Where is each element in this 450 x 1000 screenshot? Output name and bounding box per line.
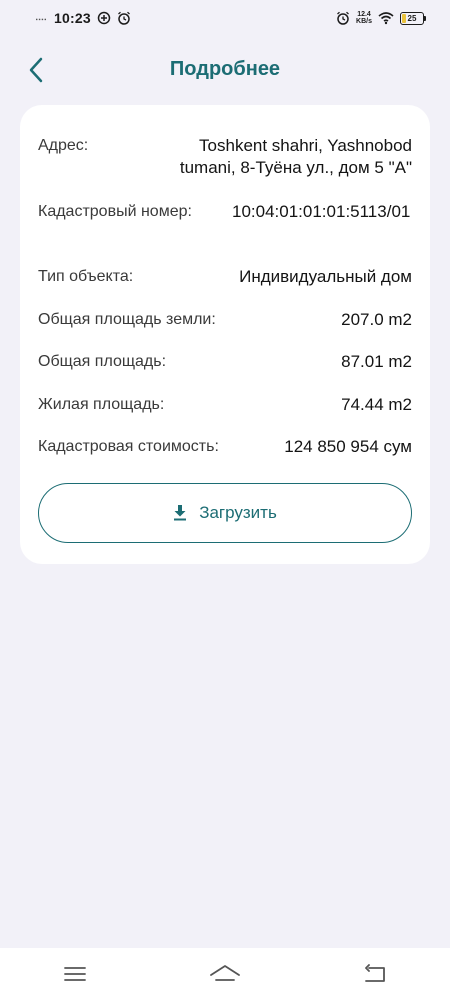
network-speed-unit: KB/s	[356, 18, 372, 25]
status-bar: 10:23 12.4 KB/s 25	[0, 0, 450, 36]
address-label: Адрес:	[38, 137, 89, 154]
battery-tip	[424, 15, 426, 21]
address-value: Toshkent shahri, Yashnobod tumani, 8-Туё…	[179, 136, 412, 177]
status-bar-left: 10:23	[34, 10, 131, 26]
address-row: Адрес: Toshkent shahri, Yashnobod tumani…	[38, 135, 412, 179]
object-type-row: Тип объекта: Индивидуальный дом	[38, 266, 412, 288]
cadastre-label: Кадастровый номер:	[38, 203, 192, 220]
home-icon	[210, 965, 240, 981]
status-bar-right: 12.4 KB/s 25	[336, 11, 426, 25]
living-area-value: 74.44 m2	[341, 395, 412, 414]
network-speed: 12.4 KB/s	[356, 11, 372, 25]
cadastre-row: Кадастровый номер: 10:04:01:01:01:5113/0…	[38, 201, 412, 223]
land-area-label: Общая площадь земли:	[38, 311, 216, 328]
page-header: Подробнее	[0, 36, 450, 104]
download-icon	[174, 505, 187, 521]
battery-indicator: 25	[400, 11, 426, 25]
system-nav-bar	[0, 948, 450, 1000]
cadastre-value: 10:04:01:01:01:5113/01	[232, 202, 411, 221]
total-area-row: Общая площадь: 87.01 m2	[38, 351, 412, 373]
battery-icon: 25	[400, 11, 424, 25]
data-saver-icon	[97, 11, 111, 25]
alarm-icon	[117, 11, 130, 25]
land-area-row: Общая площадь земли: 207.0 m2	[38, 309, 412, 331]
system-back-button[interactable]	[345, 952, 405, 996]
home-button[interactable]	[195, 952, 255, 996]
object-type-label: Тип объекта:	[38, 268, 134, 285]
network-speed-value: 12.4	[357, 11, 371, 18]
battery-percent: 25	[407, 13, 417, 23]
cadastral-cost-row: Кадастровая стоимость: 124 850 954 сум	[38, 436, 412, 458]
object-type-value: Индивидуальный дом	[239, 267, 412, 286]
back-icon	[365, 964, 385, 982]
recent-apps-button[interactable]	[45, 952, 105, 996]
status-time: 10:23	[54, 10, 91, 26]
cadastral-cost-label: Кадастровая стоимость:	[38, 438, 219, 455]
download-label: Загрузить	[199, 503, 277, 522]
alarm-icon	[337, 11, 349, 25]
download-button[interactable]: Загрузить	[38, 483, 412, 543]
details-card: Адрес: Toshkent shahri, Yashnobod tumani…	[20, 105, 430, 564]
page-title: Подробнее	[169, 58, 281, 80]
total-area-value: 87.01 m2	[341, 352, 412, 371]
living-area-label: Жилая площадь:	[38, 396, 165, 413]
menu-icon	[64, 967, 86, 981]
wifi-icon	[378, 12, 394, 25]
cadastral-cost-value: 124 850 954 сум	[284, 437, 412, 456]
living-area-row: Жилая площадь: 74.44 m2	[38, 394, 412, 416]
total-area-label: Общая площадь:	[38, 353, 167, 370]
signal-icon	[36, 18, 46, 21]
land-area-value: 207.0 m2	[341, 310, 412, 329]
battery-fill	[402, 13, 406, 23]
